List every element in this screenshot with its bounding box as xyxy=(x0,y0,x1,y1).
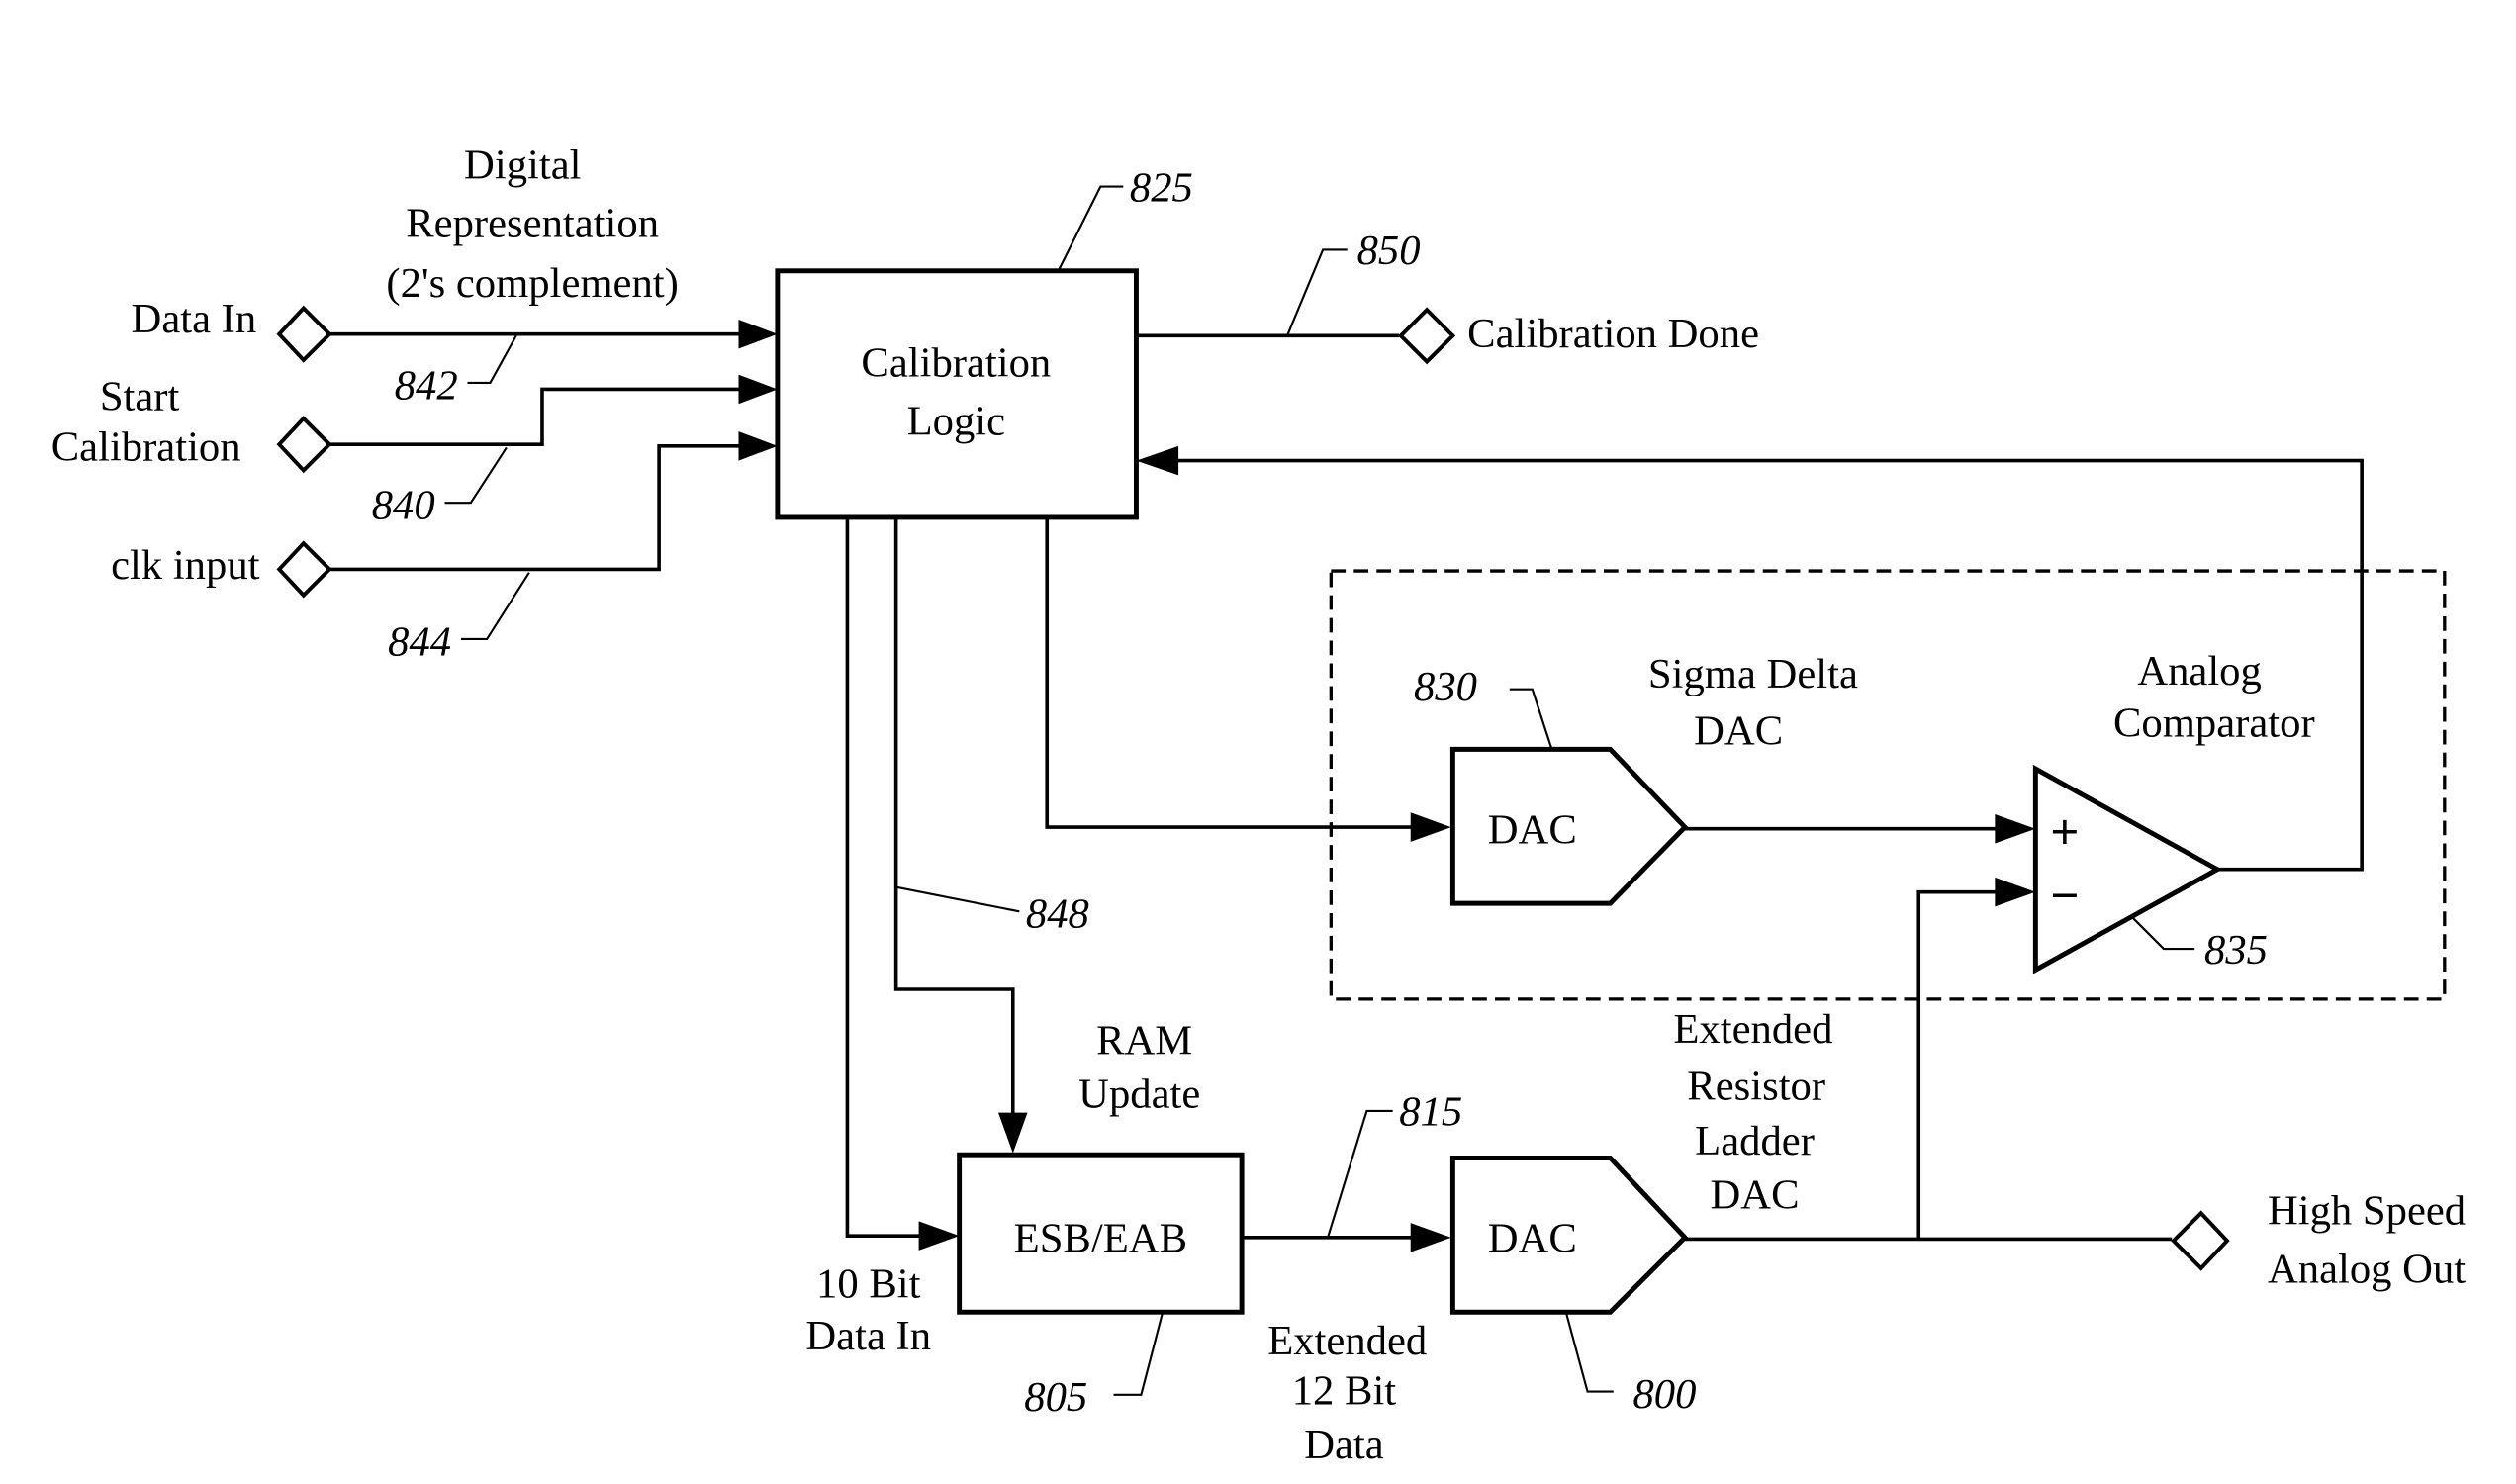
esb-eab-label: ESB/EAB xyxy=(1014,1216,1187,1262)
leader-805 xyxy=(1113,1313,1164,1396)
arrow-comparator-plus-icon xyxy=(1995,813,2036,844)
digital-rep-line3: (2's complement) xyxy=(386,260,678,307)
start-calibration-port-icon xyxy=(276,416,332,474)
start-calibration-label2: Calibration xyxy=(51,424,241,471)
comparator-minus-sign: − xyxy=(2051,868,2080,922)
wire-10bit-data-in xyxy=(845,516,922,1238)
arrow-feedback-icon xyxy=(1136,445,1179,476)
ref-830: 830 xyxy=(1414,664,1477,710)
ref-800: 800 xyxy=(1632,1371,1696,1418)
start-calibration-label1: Start xyxy=(100,374,180,420)
ram-update-line2: Update xyxy=(1078,1071,1200,1118)
leader-800 xyxy=(1565,1313,1614,1393)
analog-out-label2: Analog Out xyxy=(2268,1247,2466,1293)
arrow-ladder-dac-icon xyxy=(1410,1223,1451,1252)
ref-848: 848 xyxy=(1026,891,1089,938)
arrow-clk-input-icon xyxy=(738,431,778,461)
leader-835 xyxy=(2132,917,2195,951)
comparator-plus-sign: + xyxy=(2051,804,2080,859)
leader-840 xyxy=(444,446,508,505)
ladder-dac-title1: Extended xyxy=(1673,1006,1832,1053)
sigma-delta-title1: Sigma Delta xyxy=(1648,651,1858,697)
arrow-esb-input-icon xyxy=(918,1221,960,1251)
calibration-diagram: Digital Representation (2's complement) … xyxy=(51,141,2467,1468)
leader-844 xyxy=(460,572,530,640)
data-in-label: Data In xyxy=(132,296,257,342)
leader-825 xyxy=(1057,185,1124,272)
data-in-port-icon xyxy=(276,305,332,363)
ladder-dac-title4: DAC xyxy=(1711,1171,1800,1218)
sigma-delta-dac-label: DAC xyxy=(1488,806,1577,853)
ten-bit-line2: Data In xyxy=(805,1313,931,1359)
comparator-title2: Comparator xyxy=(2113,699,2315,746)
calibration-logic-block xyxy=(775,268,1139,520)
digital-rep-line1: Digital xyxy=(464,141,581,188)
digital-rep-line2: Representation xyxy=(406,200,659,246)
clk-input-port-icon xyxy=(276,540,332,599)
extended-12bit-line2: 12 Bit xyxy=(1292,1368,1397,1415)
ref-835: 835 xyxy=(2204,927,2268,974)
ladder-dac-title2: Resistor xyxy=(1687,1063,1825,1109)
clk-input-label: clk input xyxy=(111,542,260,589)
calibration-done-label: Calibration Done xyxy=(1467,311,1759,357)
ref-840: 840 xyxy=(372,483,435,529)
analog-out-port-icon xyxy=(2171,1210,2230,1271)
calibration-logic-label2: Logic xyxy=(907,398,1005,444)
arrow-comparator-minus-icon xyxy=(1995,877,2036,907)
comparator-title1: Analog xyxy=(2137,648,2262,695)
leader-850 xyxy=(1286,248,1348,336)
ref-844: 844 xyxy=(388,618,451,665)
leader-815 xyxy=(1327,1109,1393,1239)
ref-850: 850 xyxy=(1357,228,1421,274)
arrow-ram-update-icon xyxy=(997,1112,1028,1154)
arrow-sigma-dac-icon xyxy=(1410,812,1451,842)
leader-842 xyxy=(467,334,517,384)
extended-12bit-line1: Extended xyxy=(1267,1318,1427,1364)
ladder-dac-title3: Ladder xyxy=(1695,1118,1815,1164)
ref-815: 815 xyxy=(1399,1089,1462,1136)
calibration-logic-label1: Calibration xyxy=(861,339,1051,386)
analog-out-label1: High Speed xyxy=(2268,1188,2466,1235)
extended-12bit-line3: Data xyxy=(1304,1422,1384,1468)
ref-825: 825 xyxy=(1130,164,1193,211)
arrow-data-in-icon xyxy=(738,319,778,349)
wire-ram-update xyxy=(893,516,1015,1120)
ref-842: 842 xyxy=(395,362,458,409)
sigma-delta-title2: DAC xyxy=(1694,707,1783,754)
leader-848 xyxy=(895,885,1020,913)
ram-update-line1: RAM xyxy=(1096,1018,1192,1065)
wire-start-calibration xyxy=(329,387,744,446)
ladder-dac-label: DAC xyxy=(1488,1216,1577,1262)
arrow-start-calibration-icon xyxy=(738,374,778,405)
calibration-done-port-icon xyxy=(1398,307,1456,365)
ref-805: 805 xyxy=(1024,1374,1087,1421)
wire-logic-to-sigma-dac xyxy=(1045,516,1416,829)
wire-ladder-to-comparator xyxy=(1916,889,2001,1240)
ten-bit-line1: 10 Bit xyxy=(816,1260,921,1307)
leader-830 xyxy=(1509,688,1553,750)
